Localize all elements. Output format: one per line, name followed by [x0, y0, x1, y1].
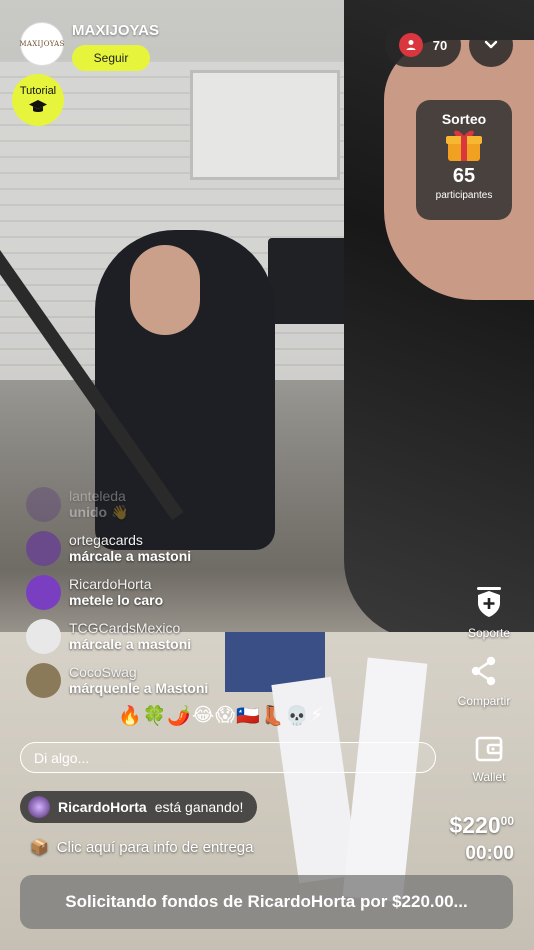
- graduation-cap-icon: [29, 100, 47, 112]
- chat-message-body: unido 👋: [69, 503, 129, 520]
- avatar[interactable]: [26, 486, 61, 522]
- chat-message-text: CocoSwag márquenle a Mastoni: [69, 664, 208, 696]
- avatar[interactable]: [26, 530, 61, 566]
- shield-plus-icon: [477, 587, 501, 617]
- chat-message: TCGCardsMexico márcale a mastoni: [26, 614, 326, 658]
- bid-status-button[interactable]: Solicitando fondos de RicardoHorta por $…: [20, 875, 513, 929]
- emoji-reaction[interactable]: ⚡: [310, 704, 323, 728]
- auction-timer: 00:00: [465, 843, 514, 864]
- chat-username[interactable]: TCGCardsMexico: [69, 620, 191, 636]
- collapse-button[interactable]: [469, 23, 513, 67]
- viewer-count-badge[interactable]: 70: [385, 23, 461, 67]
- chat-message: RicardoHorta metele lo caro: [26, 570, 326, 614]
- chat-message: CocoSwag márquenle a Mastoni: [26, 658, 326, 702]
- chat-message: lanteleda unido 👋: [26, 482, 326, 526]
- chat-username[interactable]: ortegacards: [69, 532, 191, 548]
- emoji-reaction-bar: 🔥 🍀 🌶️ 😂 😱 🇨🇱 👢 💀 ⚡: [118, 704, 323, 728]
- share-button[interactable]: Compartir: [444, 656, 524, 708]
- emoji-reaction[interactable]: 💀: [285, 704, 309, 728]
- package-icon: 📦: [30, 839, 49, 856]
- avatar[interactable]: [26, 574, 61, 610]
- gift-icon: [446, 130, 482, 161]
- avatar[interactable]: [26, 662, 61, 698]
- chat-message-body: márcale a mastoni: [69, 636, 192, 652]
- chat-message-text: RicardoHorta metele lo caro: [69, 576, 163, 608]
- winning-bidder-banner: RicardoHorta está ganando!: [20, 791, 258, 823]
- winner-username: RicardoHorta: [58, 799, 147, 815]
- tutorial-button[interactable]: Tutorial: [12, 74, 64, 126]
- seller-name[interactable]: MAXIJOYAS: [72, 22, 159, 39]
- winner-status-text: está ganando!: [154, 799, 244, 815]
- chat-message-text: ortegacards márcale a mastoni: [69, 532, 191, 564]
- video-person-face: [130, 245, 200, 335]
- raffle-title: Sorteo: [441, 111, 487, 127]
- viewer-count: 70: [432, 37, 448, 53]
- chat-message-body: márquenle a Mastoni: [69, 680, 209, 696]
- chat-feed: lanteleda unido 👋 ortegacards márcale a mas…: [26, 482, 326, 702]
- emoji-reaction[interactable]: 🍀: [143, 704, 167, 728]
- emoji-reaction[interactable]: 🇨🇱: [236, 704, 260, 728]
- chat-message-text: lanteleda unido 👋: [69, 488, 128, 521]
- chat-username[interactable]: RicardoHorta: [69, 576, 163, 592]
- emoji-reaction[interactable]: 😱: [215, 704, 235, 728]
- delivery-info-link[interactable]: 📦 Clic aquí para info de entrega: [30, 838, 254, 857]
- support-button[interactable]: Soporte: [449, 586, 529, 640]
- share-icon: [471, 656, 496, 686]
- raffle-subtitle: participantes: [435, 190, 493, 201]
- emoji-reaction[interactable]: 😂: [192, 704, 214, 728]
- wallet-icon: [475, 736, 503, 762]
- raffle-widget[interactable]: Sorteo 65 participantes: [416, 100, 512, 220]
- chevron-down-icon: [484, 40, 498, 49]
- video-shelf: [190, 70, 340, 180]
- emoji-reaction[interactable]: 👢: [261, 704, 285, 728]
- seller-avatar[interactable]: MAXIJOYAS: [19, 22, 64, 66]
- avatar: [28, 796, 50, 818]
- person-icon: [398, 33, 423, 57]
- raffle-participant-count: 65: [452, 165, 476, 187]
- chat-input[interactable]: [20, 742, 436, 773]
- avatar[interactable]: [26, 618, 61, 654]
- chat-username[interactable]: lanteleda: [69, 488, 128, 504]
- chat-message-body: metele lo caro: [69, 592, 164, 608]
- wallet-label: Wallet: [472, 770, 506, 784]
- chat-message: ortegacards márcale a mastoni: [26, 526, 326, 570]
- seller-header: MAXIJOYAS MAXIJOYAS Seguir: [19, 22, 159, 71]
- follow-button[interactable]: Seguir: [72, 45, 150, 71]
- price-main: $220: [449, 812, 501, 838]
- wallet-button[interactable]: Wallet: [449, 736, 529, 784]
- emoji-reaction[interactable]: 🌶️: [167, 704, 191, 728]
- tutorial-label: Tutorial: [19, 85, 57, 97]
- support-label: Soporte: [467, 626, 511, 640]
- share-label: Compartir: [457, 694, 511, 708]
- price-cents: 00: [500, 814, 514, 828]
- emoji-reaction[interactable]: 🔥: [118, 704, 142, 728]
- chat-username[interactable]: CocoSwag: [69, 664, 208, 680]
- delivery-info-text: Clic aquí para info de entrega: [56, 838, 254, 856]
- chat-message-body: márcale a mastoni: [69, 548, 192, 564]
- chat-message-text: TCGCardsMexico márcale a mastoni: [69, 620, 191, 652]
- current-price: $22000: [449, 812, 514, 839]
